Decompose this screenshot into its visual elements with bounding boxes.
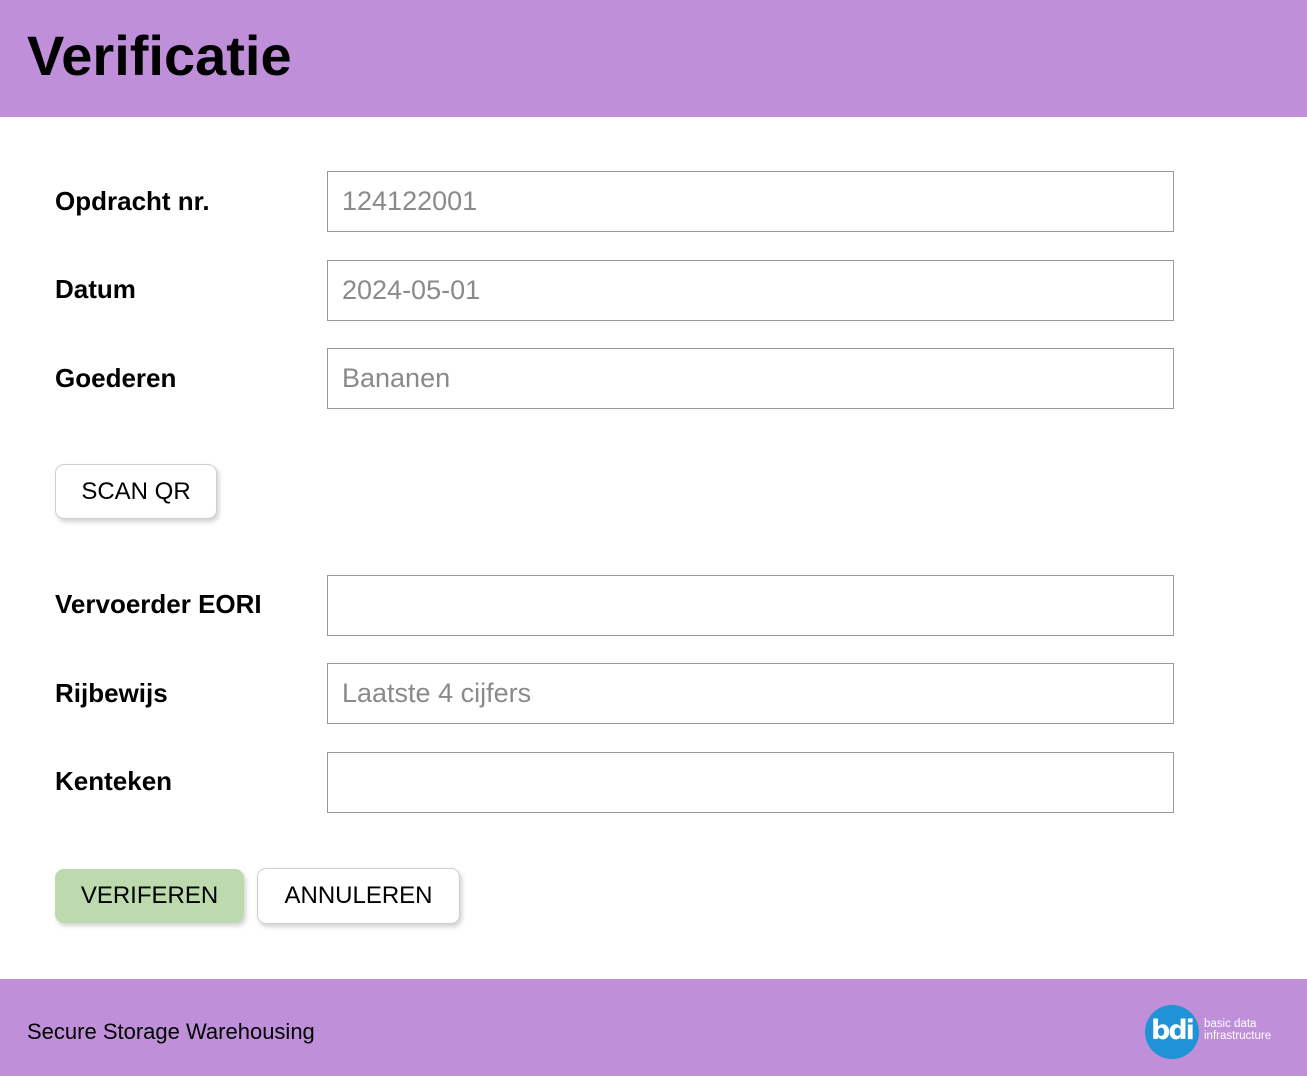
header-bar: Verificatie xyxy=(0,0,1307,117)
kenteken-label: Kenteken xyxy=(55,766,173,796)
kenteken-input[interactable] xyxy=(327,752,1174,813)
opdracht-label: Opdracht nr. xyxy=(55,186,210,216)
bdi-logo-line2: infrastructure xyxy=(1204,1030,1272,1042)
eori-input[interactable] xyxy=(327,575,1174,636)
datum-input[interactable] xyxy=(327,260,1174,321)
footer-bar: Secure Storage Warehousing bdi basic dat… xyxy=(0,979,1307,1076)
bdi-logo-mark: bdi xyxy=(1145,1005,1199,1059)
goederen-label: Goederen xyxy=(55,363,177,393)
opdracht-input[interactable] xyxy=(327,171,1174,232)
bdi-logo-text: basic data infrastructure xyxy=(1204,1018,1285,1042)
bdi-logo: bdi basic data infrastructure xyxy=(1145,1005,1285,1061)
company-name: Secure Storage Warehousing xyxy=(27,1019,315,1044)
rijbewijs-label: Rijbewijs xyxy=(55,678,168,708)
verification-page: Verificatie Opdracht nr. Datum Goederen … xyxy=(0,0,1307,1076)
eori-label: Vervoerder EORI xyxy=(55,589,262,619)
rijbewijs-input[interactable] xyxy=(327,663,1174,724)
datum-label: Datum xyxy=(55,274,136,304)
cancel-button[interactable]: ANNULEREN xyxy=(257,868,460,924)
verify-button[interactable]: VERIFEREN xyxy=(55,869,244,923)
scan-qr-button[interactable]: SCAN QR xyxy=(55,464,217,519)
bdi-logo-line1: basic data xyxy=(1204,1018,1257,1030)
page-title: Verificatie xyxy=(27,24,292,87)
goederen-input[interactable] xyxy=(327,348,1174,409)
